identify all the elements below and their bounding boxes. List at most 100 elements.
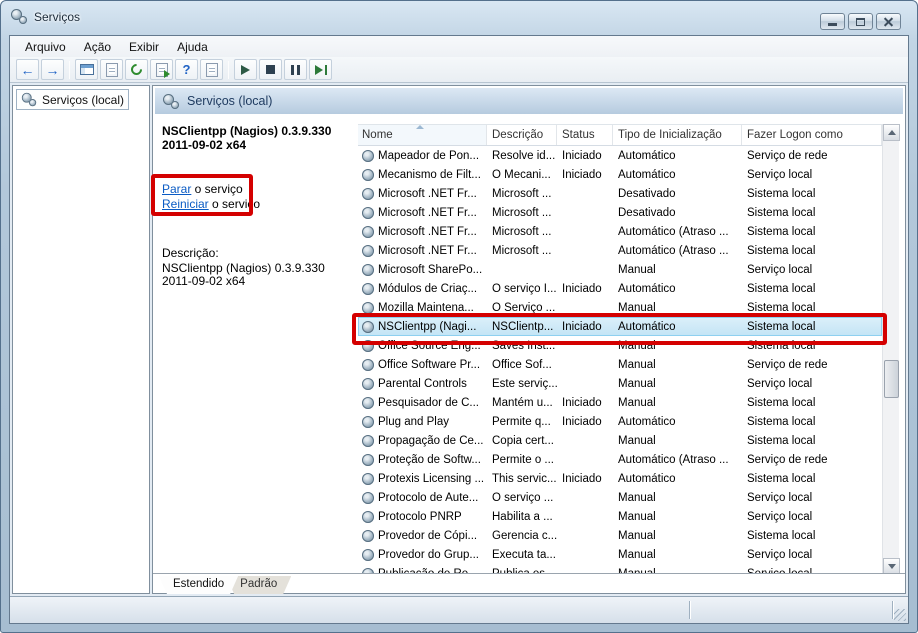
- table-row[interactable]: Protexis Licensing ... This servic... In…: [358, 469, 882, 488]
- cell-nome: Mecanismo de Filt...: [358, 169, 487, 181]
- back-icon: ←: [21, 63, 35, 77]
- service-name: NSClientpp (Nagi...: [378, 321, 476, 333]
- status-bar: [10, 596, 908, 623]
- forward-icon: →: [46, 63, 60, 77]
- service-logon-cell: Serviço local: [742, 378, 882, 390]
- stop-service-button[interactable]: [259, 59, 282, 80]
- column-header-label: Descrição: [492, 129, 543, 141]
- start-service-button[interactable]: [234, 59, 257, 80]
- toolbar-separator: [228, 61, 229, 79]
- refresh-button[interactable]: [125, 59, 148, 80]
- close-button[interactable]: [876, 13, 901, 30]
- table-row[interactable]: Proteção de Softw... Permite o ... Autom…: [358, 450, 882, 469]
- forward-button[interactable]: →: [41, 59, 64, 80]
- service-logon-cell: Sistema local: [742, 245, 882, 257]
- title-bar[interactable]: Serviços: [1, 1, 917, 35]
- table-row[interactable]: Provedor de Cópi... Gerencia c... Manual…: [358, 526, 882, 545]
- column-header-label: Nome: [362, 129, 393, 141]
- table-row[interactable]: Parental Controls Este serviç... Manual …: [358, 374, 882, 393]
- column-header-nome[interactable]: Nome: [358, 125, 487, 145]
- maximize-button[interactable]: [848, 13, 873, 30]
- banner-gears-icon: [163, 94, 179, 109]
- table-row[interactable]: Microsoft .NET Fr... Microsoft ... Autom…: [358, 241, 882, 260]
- table-row[interactable]: Microsoft .NET Fr... Microsoft ... Desat…: [358, 203, 882, 222]
- services-app-icon: [11, 9, 27, 24]
- table-row[interactable]: Mozilla Maintena... O Serviço ... Manual…: [358, 298, 882, 317]
- restart-service-button[interactable]: [309, 59, 332, 80]
- back-button[interactable]: ←: [16, 59, 39, 80]
- scroll-up-button[interactable]: [883, 124, 900, 141]
- service-logon-cell: Sistema local: [742, 283, 882, 295]
- table-row[interactable]: Microsoft .NET Fr... Microsoft ... Desat…: [358, 184, 882, 203]
- service-logon-cell: Sistema local: [742, 321, 882, 333]
- close-icon: [883, 16, 894, 27]
- cell-nome: Mozilla Maintena...: [358, 302, 487, 314]
- table-row[interactable]: Office Source Eng... Saves Inst... Manua…: [358, 336, 882, 355]
- scrollbar-thumb[interactable]: [884, 360, 899, 398]
- stop-service-icon: [266, 65, 275, 74]
- extended-view-button[interactable]: [200, 59, 223, 80]
- service-logon-cell: Serviço local: [742, 169, 882, 181]
- table-row[interactable]: Pesquisador de C... Mantém u... Iniciado…: [358, 393, 882, 412]
- column-header-status[interactable]: Status: [557, 125, 613, 145]
- properties-button[interactable]: [100, 59, 123, 80]
- table-row[interactable]: Office Software Pr... Office Sof... Manu…: [358, 355, 882, 374]
- service-name: Microsoft .NET Fr...: [378, 245, 477, 257]
- tree-item-services-local[interactable]: Serviços (local): [16, 89, 129, 110]
- menu-acao[interactable]: Ação: [75, 38, 120, 56]
- service-startup-type-cell: Desativado: [613, 188, 742, 200]
- service-description-cell: Executa ta...: [487, 549, 557, 561]
- table-row[interactable]: Protocolo de Aute... O serviço ... Manua…: [358, 488, 882, 507]
- table-row[interactable]: Módulos de Criaç... O serviço I... Inici…: [358, 279, 882, 298]
- service-startup-type-cell: Manual: [613, 397, 742, 409]
- table-row[interactable]: Propagação de Ce... Copia cert... Manual…: [358, 431, 882, 450]
- extended-info-pane: NSClientpp (Nagios) 0.3.9.330 2011-09-02…: [155, 116, 359, 571]
- column-header-tipo-inicializacao[interactable]: Tipo de Inicialização: [613, 125, 742, 145]
- menu-ajuda[interactable]: Ajuda: [168, 38, 217, 56]
- column-header-descricao[interactable]: Descrição: [487, 125, 557, 145]
- column-header-label: Status: [562, 129, 595, 141]
- menu-arquivo[interactable]: Arquivo: [16, 38, 75, 56]
- service-logon-cell: Sistema local: [742, 302, 882, 314]
- service-name: Mecanismo de Filt...: [378, 169, 481, 181]
- service-status-cell: Iniciado: [557, 283, 613, 295]
- show-console-tree-button[interactable]: [75, 59, 98, 80]
- table-row[interactable]: NSClientpp (Nagi... NSClientp... Iniciad…: [358, 317, 882, 336]
- service-description-cell: O serviço I...: [487, 283, 557, 295]
- table-row[interactable]: Protocolo PNRP Habilita a ... Manual Ser…: [358, 507, 882, 526]
- banner-title: Serviços (local): [187, 94, 272, 108]
- vertical-scrollbar[interactable]: [882, 124, 899, 575]
- services-node-icon: [22, 93, 36, 107]
- help-button[interactable]: ?: [175, 59, 198, 80]
- service-gear-icon: [362, 359, 374, 371]
- table-row[interactable]: Mecanismo de Filt... O Mecani... Iniciad…: [358, 165, 882, 184]
- service-description-cell: Gerencia c...: [487, 530, 557, 542]
- table-row[interactable]: Mapeador de Pon... Resolve id... Iniciad…: [358, 146, 882, 165]
- table-row[interactable]: Microsoft .NET Fr... Microsoft ... Autom…: [358, 222, 882, 241]
- service-name: Protocolo de Aute...: [378, 492, 478, 504]
- toolbar: ← → ?: [10, 57, 908, 83]
- cell-nome: Pesquisador de C...: [358, 397, 487, 409]
- service-gear-icon: [362, 188, 374, 200]
- menu-exibir[interactable]: Exibir: [120, 38, 168, 56]
- table-row[interactable]: Provedor do Grup... Executa ta... Manual…: [358, 545, 882, 564]
- restart-service-link[interactable]: Reiniciar: [162, 197, 209, 211]
- pause-service-button[interactable]: [284, 59, 307, 80]
- services-table-header: Nome Descrição Status Tipo de Inicializa…: [358, 124, 882, 146]
- service-description-cell: Microsoft ...: [487, 226, 557, 238]
- properties-icon: [106, 63, 118, 77]
- minimize-button[interactable]: [820, 13, 845, 30]
- table-row[interactable]: Plug and Play Permite q... Iniciado Auto…: [358, 412, 882, 431]
- resize-grip[interactable]: [894, 609, 906, 621]
- table-row[interactable]: Microsoft SharePo... Manual Serviço loca…: [358, 260, 882, 279]
- cell-nome: Office Software Pr...: [358, 359, 487, 371]
- service-startup-type-cell: Manual: [613, 511, 742, 523]
- tab-estendido[interactable]: Estendido: [159, 576, 238, 594]
- export-list-button[interactable]: [150, 59, 173, 80]
- stop-service-link[interactable]: Parar: [162, 182, 191, 196]
- service-startup-type-cell: Automático (Atraso ...: [613, 454, 742, 466]
- column-header-fazer-logon-como[interactable]: Fazer Logon como: [742, 125, 882, 145]
- cell-nome: Provedor do Grup...: [358, 549, 487, 561]
- cell-nome: Microsoft .NET Fr...: [358, 207, 487, 219]
- service-logon-cell: Sistema local: [742, 473, 882, 485]
